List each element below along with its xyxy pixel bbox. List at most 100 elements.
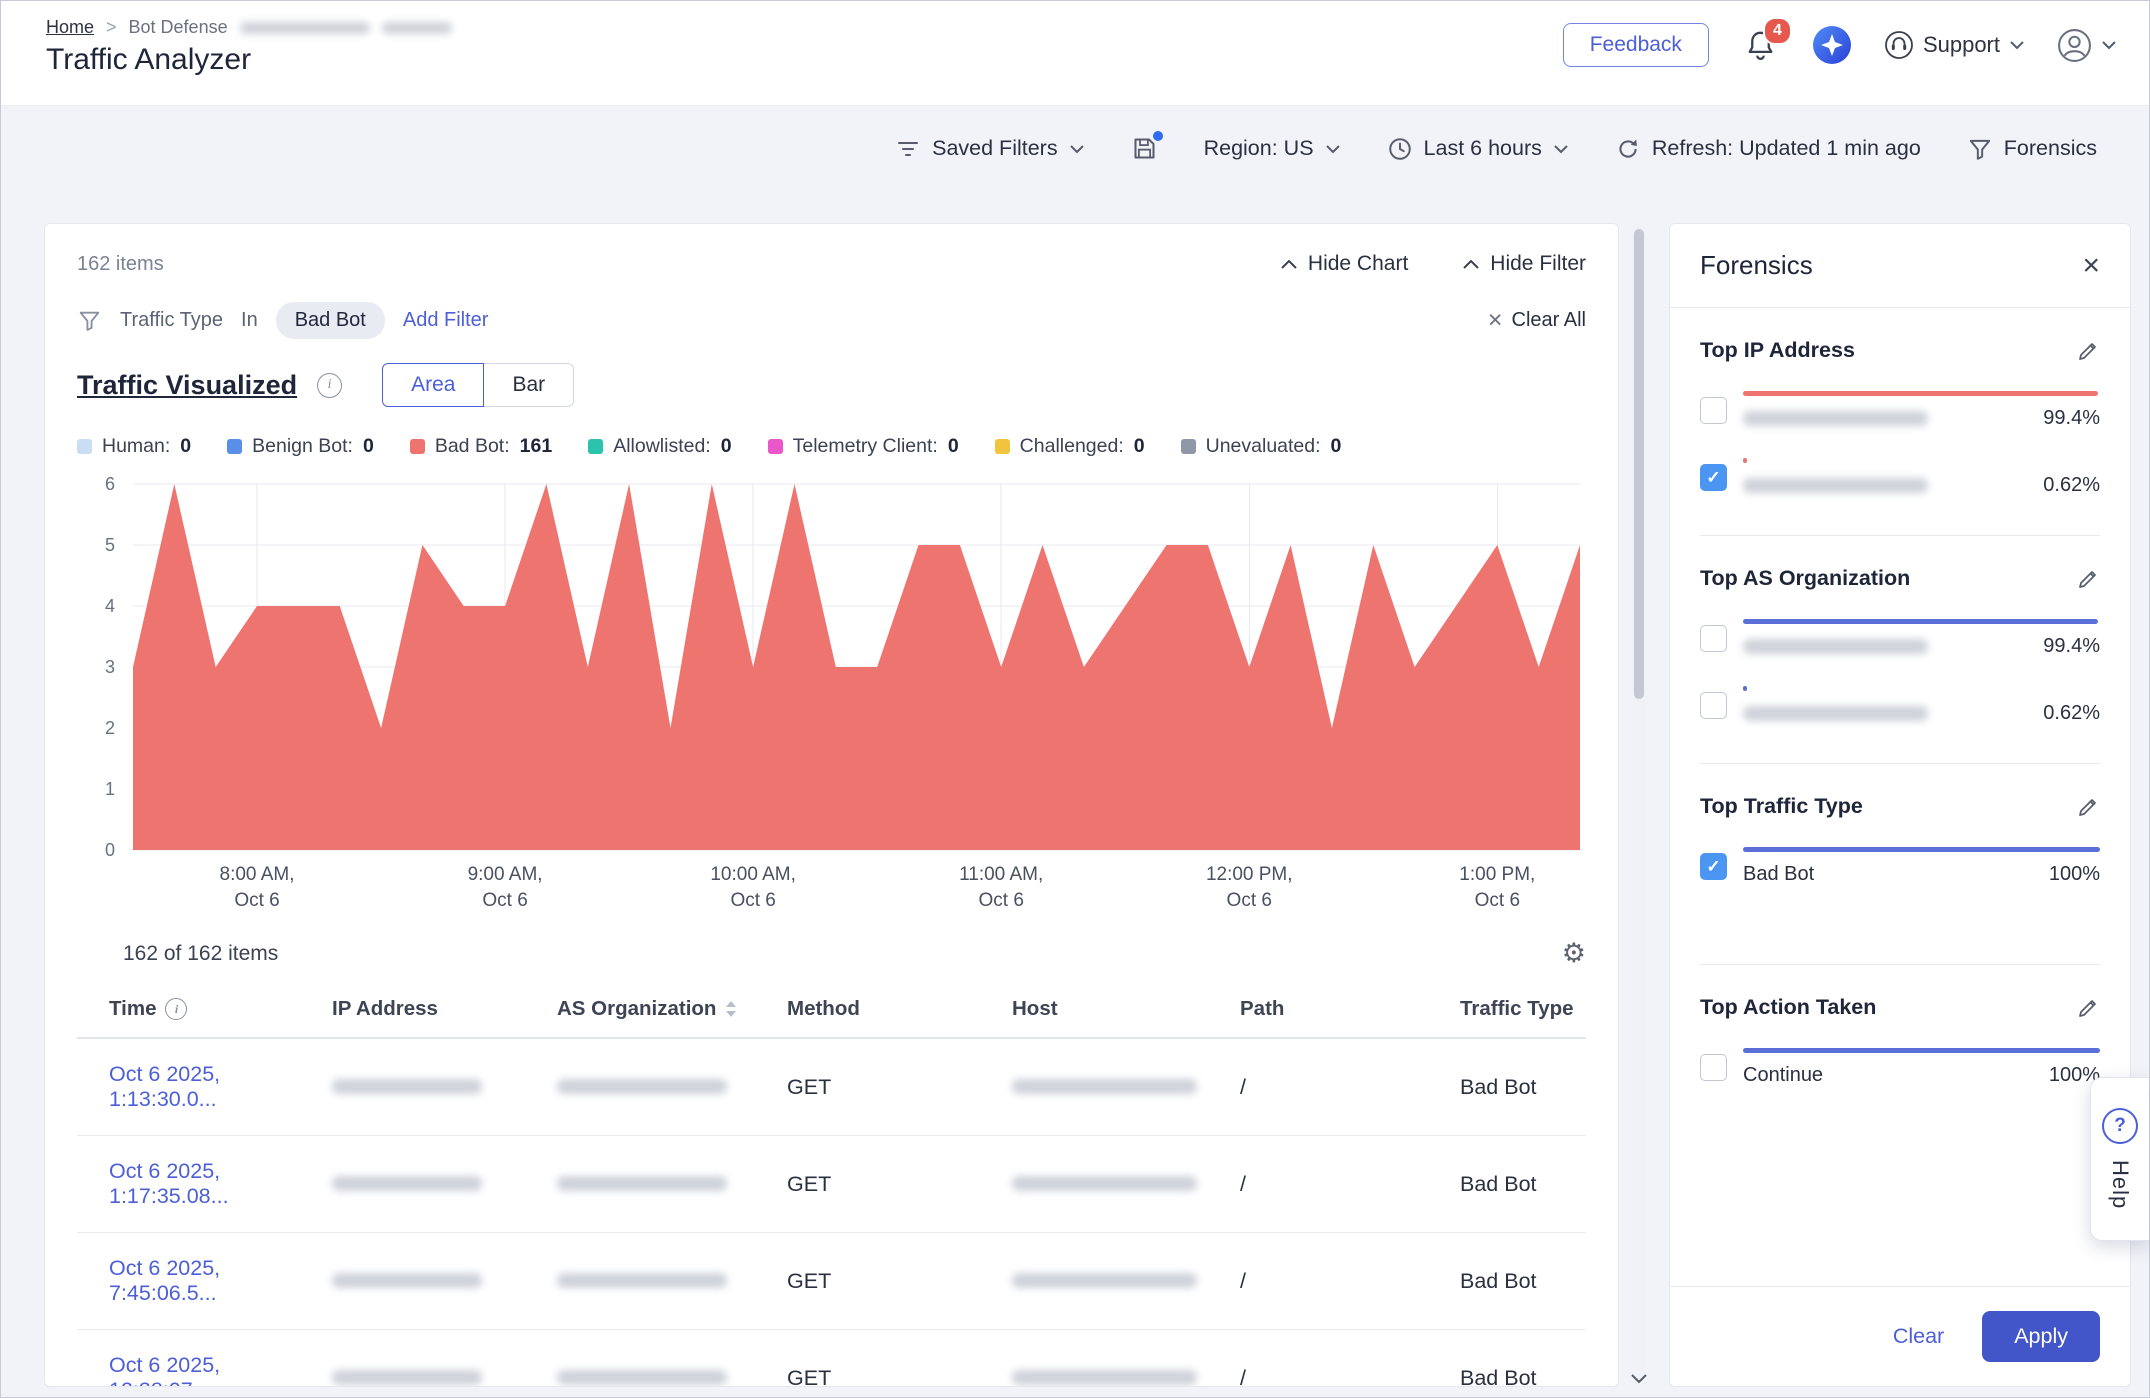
value-bar	[1743, 391, 2098, 396]
legend-swatch	[768, 439, 783, 454]
header-actions: Feedback 4 Support	[1563, 23, 2117, 67]
row-time-link[interactable]: Oct 6 2025, 12:38:07....	[109, 1353, 332, 1387]
row-method: GET	[787, 1366, 1012, 1388]
info-icon[interactable]: i	[317, 373, 342, 398]
sort-icon[interactable]	[724, 999, 738, 1019]
account-menu[interactable]	[2057, 28, 2117, 63]
breadcrumb-separator: >	[106, 17, 117, 38]
info-icon[interactable]: i	[165, 998, 187, 1020]
value-bar	[1743, 1048, 2100, 1053]
hide-filter-toggle[interactable]: Hide Filter	[1462, 252, 1586, 276]
hide-chart-toggle[interactable]: Hide Chart	[1280, 252, 1408, 276]
notifications-button[interactable]: 4	[1741, 25, 1780, 66]
checkbox[interactable]: ✓	[1700, 692, 1727, 719]
pencil-icon[interactable]	[2076, 567, 2100, 591]
row-method: GET	[787, 1075, 1012, 1100]
apply-button[interactable]: Apply	[1982, 1311, 2100, 1362]
svg-text:1: 1	[105, 779, 115, 799]
svg-text:Oct 6: Oct 6	[1475, 890, 1520, 911]
table-row[interactable]: Oct 6 2025, 12:38:07.... GET / Bad Bot	[77, 1330, 1586, 1387]
table-row[interactable]: Oct 6 2025, 1:13:30.0... GET / Bad Bot	[77, 1039, 1586, 1136]
refresh-button[interactable]: Refresh: Updated 1 min ago	[1615, 136, 1921, 162]
filter-field-label[interactable]: Traffic Type	[120, 309, 223, 332]
help-tab[interactable]: ? Help	[2090, 1077, 2149, 1241]
pencil-icon[interactable]	[2076, 339, 2100, 363]
table-row[interactable]: Oct 6 2025, 7:45:06.5... GET / Bad Bot	[77, 1233, 1586, 1330]
filter-operator-label[interactable]: In	[241, 309, 258, 332]
checkbox[interactable]: ✓	[1700, 397, 1727, 424]
chevron-down-icon	[1553, 144, 1569, 154]
redacted-host	[1012, 1079, 1197, 1094]
clear-all-button[interactable]: × Clear All	[1488, 308, 1586, 333]
col-header-traffic-type[interactable]: Traffic Type	[1460, 997, 1586, 1021]
checkbox[interactable]: ✓	[1700, 1054, 1727, 1081]
row-path: /	[1240, 1366, 1460, 1388]
unsaved-indicator-dot	[1153, 131, 1163, 141]
row-traffic-type: Bad Bot	[1460, 1172, 1586, 1197]
forensics-item: ✓ Continue100%	[1700, 1048, 2100, 1087]
breadcrumb-section[interactable]: Bot Defense	[129, 17, 228, 38]
feedback-button[interactable]: Feedback	[1563, 23, 1709, 67]
assistant-button[interactable]	[1812, 25, 1852, 65]
pencil-icon[interactable]	[2076, 795, 2100, 819]
forensics-section-top-ip: Top IP Address ✓ 99.4% ✓ 0.62%	[1700, 308, 2100, 536]
notification-badge: 4	[1763, 17, 1792, 45]
col-header-path[interactable]: Path	[1240, 997, 1460, 1021]
clear-x-icon: ×	[1488, 308, 1503, 333]
forensics-toggle-button[interactable]: Forensics	[1967, 136, 2097, 162]
close-icon[interactable]: ×	[2082, 251, 2100, 281]
row-time-link[interactable]: Oct 6 2025, 1:17:35.08...	[109, 1159, 332, 1209]
svg-text:Oct 6: Oct 6	[234, 890, 279, 911]
col-header-time[interactable]: Time i	[77, 997, 332, 1021]
region-dropdown[interactable]: Region: US	[1204, 136, 1341, 161]
legend-swatch	[1181, 439, 1196, 454]
item-label: Continue	[1743, 1064, 1823, 1087]
scroll-down-icon[interactable]	[1630, 1373, 1648, 1385]
row-method: GET	[787, 1269, 1012, 1294]
chevron-down-icon	[1325, 144, 1341, 154]
view-area-button[interactable]: Area	[382, 363, 484, 407]
value-bar	[1743, 847, 2100, 852]
checkbox[interactable]: ✓	[1700, 625, 1727, 652]
row-time-link[interactable]: Oct 6 2025, 7:45:06.5...	[109, 1256, 332, 1306]
row-path: /	[1240, 1075, 1460, 1100]
legend-swatch	[588, 439, 603, 454]
value-bar	[1743, 686, 1747, 691]
item-percent: 99.4%	[2043, 407, 2100, 430]
checkbox[interactable]: ✓	[1700, 853, 1727, 880]
support-label: Support	[1923, 32, 2000, 58]
legend-item-challenged: Challenged:0	[995, 435, 1145, 458]
refresh-label: Refresh: Updated 1 min ago	[1652, 136, 1921, 161]
table-summary: 162 of 162 items	[123, 942, 278, 966]
breadcrumb-home-link[interactable]: Home	[46, 17, 94, 38]
pencil-icon[interactable]	[2076, 996, 2100, 1020]
col-header-method[interactable]: Method	[787, 997, 1012, 1021]
table-row[interactable]: Oct 6 2025, 1:17:35.08... GET / Bad Bot	[77, 1136, 1586, 1233]
chart-title[interactable]: Traffic Visualized	[77, 370, 297, 401]
clear-button[interactable]: Clear	[1893, 1324, 1944, 1349]
saved-filters-dropdown[interactable]: Saved Filters	[895, 136, 1084, 161]
scrollbar-thumb[interactable]	[1634, 229, 1644, 699]
vertical-scrollbar[interactable]	[1633, 227, 1645, 1371]
row-method: GET	[787, 1172, 1012, 1197]
top-header: Home > Bot Defense Traffic Analyzer Feed…	[1, 1, 2149, 106]
svg-text:2: 2	[105, 718, 115, 738]
time-range-dropdown[interactable]: Last 6 hours	[1387, 136, 1569, 162]
legend-swatch	[995, 439, 1010, 454]
row-traffic-type: Bad Bot	[1460, 1366, 1586, 1388]
redacted-ip	[332, 1176, 482, 1191]
filter-value-chip[interactable]: Bad Bot	[276, 302, 385, 339]
col-header-as-org[interactable]: AS Organization	[557, 997, 787, 1021]
save-filter-button[interactable]	[1131, 135, 1158, 162]
col-header-ip[interactable]: IP Address	[332, 997, 557, 1021]
refresh-icon	[1615, 136, 1641, 162]
support-menu[interactable]: Support	[1884, 30, 2025, 60]
gear-icon[interactable]: ⚙	[1562, 938, 1586, 969]
checkbox[interactable]: ✓	[1700, 464, 1727, 491]
view-bar-button[interactable]: Bar	[484, 363, 574, 407]
col-header-host[interactable]: Host	[1012, 997, 1240, 1021]
add-filter-button[interactable]: Add Filter	[403, 309, 489, 332]
forensics-panel: Forensics × Top IP Address ✓ 99.4% ✓ 0.6…	[1669, 223, 2131, 1387]
forensics-item: ✓ 99.4%	[1700, 619, 2100, 658]
row-time-link[interactable]: Oct 6 2025, 1:13:30.0...	[109, 1062, 332, 1112]
